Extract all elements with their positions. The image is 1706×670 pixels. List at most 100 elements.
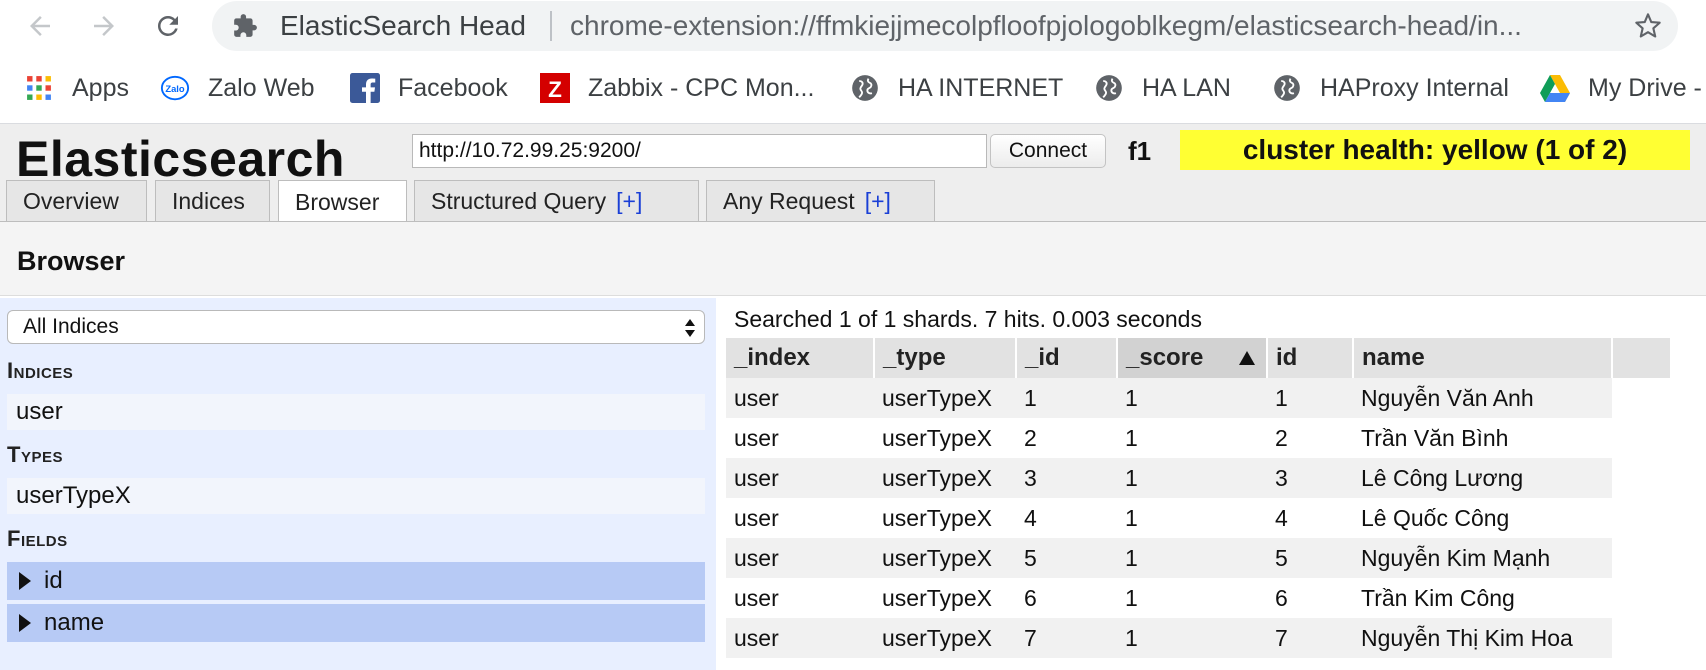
table-cell-spacer — [1612, 618, 1671, 658]
globe-icon — [850, 73, 880, 103]
column-header[interactable]: _id — [1016, 338, 1118, 378]
bookmark-haproxy-internal[interactable]: HAProxy Internal — [1272, 60, 1509, 116]
bookmark-label: Apps — [72, 73, 129, 102]
table-cell: 1 — [1267, 378, 1353, 418]
bookmark-star-icon[interactable] — [1634, 12, 1662, 40]
column-header[interactable]: _index — [726, 338, 875, 378]
cluster-health-badge: cluster health: yellow (1 of 2) — [1180, 130, 1690, 170]
table-cell: 5 — [1267, 538, 1353, 578]
results-header-row: _index _type _id _score id name — [726, 338, 1671, 378]
type-filter-item[interactable]: userTypeX — [7, 478, 705, 514]
bookmark-zalo-web[interactable]: Zalo Zalo Web — [160, 60, 315, 116]
address-bar[interactable]: ElasticSearch Head chrome-extension://ff… — [212, 1, 1678, 51]
tab-label: Indices — [172, 188, 245, 214]
filter-item-label: userTypeX — [16, 482, 131, 509]
table-cell: userTypeX — [874, 618, 1016, 658]
tab-indices[interactable]: Indices — [155, 180, 270, 222]
apps-grid-icon — [24, 73, 54, 103]
results-table-container: _index _type _id _score id name user user… — [726, 338, 1671, 670]
facebook-icon — [350, 73, 380, 103]
column-header[interactable]: name — [1353, 338, 1613, 378]
table-row[interactable]: user userTypeX 6 1 6 Trần Kim Công — [726, 578, 1671, 618]
zabbix-icon: Z — [540, 73, 570, 103]
table-cell: 6 — [1267, 578, 1353, 618]
bookmark-ha-lan[interactable]: HA LAN — [1094, 60, 1231, 116]
tab-browser[interactable]: Browser — [278, 180, 407, 223]
forward-button[interactable] — [84, 6, 124, 46]
tab-overview[interactable]: Overview — [6, 180, 147, 222]
table-cell: Trần Văn Bình — [1353, 418, 1612, 458]
table-row[interactable]: user userTypeX 2 1 2 Trần Văn Bình — [726, 418, 1671, 458]
table-cell-spacer — [1612, 458, 1671, 498]
table-cell: 6 — [1016, 578, 1117, 618]
select-arrows-icon — [685, 319, 695, 337]
cluster-url-input[interactable] — [412, 134, 987, 168]
field-item-id[interactable]: id — [7, 562, 705, 600]
expand-triangle-icon — [19, 572, 31, 590]
table-cell-spacer — [1612, 378, 1671, 418]
index-select[interactable]: All Indices — [7, 310, 705, 344]
bookmark-label: HA LAN — [1142, 73, 1231, 102]
bookmark-label: HAProxy Internal — [1320, 73, 1509, 102]
table-cell: user — [726, 578, 874, 618]
types-heading: Types — [7, 442, 63, 467]
table-cell: 2 — [1016, 418, 1117, 458]
table-cell-spacer — [1612, 538, 1671, 578]
bookmark-apps[interactable]: Apps — [24, 60, 129, 116]
field-item-name[interactable]: name — [7, 604, 705, 642]
table-cell: 1 — [1016, 378, 1117, 418]
svg-text:Zalo: Zalo — [165, 84, 185, 94]
google-drive-icon — [1540, 73, 1570, 103]
table-cell: 3 — [1016, 458, 1117, 498]
field-item-label: id — [44, 567, 63, 594]
table-row[interactable]: user userTypeX 3 1 3 Lê Công Lương — [726, 458, 1671, 498]
column-header[interactable]: _type — [874, 338, 1017, 378]
reload-icon — [157, 15, 178, 36]
address-bar-divider — [550, 11, 552, 41]
bookmark-label: Facebook — [398, 73, 508, 102]
cluster-name: f1 — [1128, 136, 1152, 166]
svg-text:Z: Z — [548, 77, 562, 102]
table-cell: Lê Công Lương — [1353, 458, 1612, 498]
table-cell: 1 — [1117, 538, 1267, 578]
page-title: Browser — [17, 246, 126, 276]
table-row[interactable]: user userTypeX 1 1 1 Nguyễn Văn Anh — [726, 378, 1671, 418]
bookmarks-bar: Apps Zalo Zalo Web Facebook Z Zabbix - C… — [0, 60, 1706, 116]
results-table: _index _type _id _score id name user user… — [726, 338, 1671, 658]
tab-label: Any Request — [723, 188, 855, 214]
filter-item-label: user — [16, 398, 63, 425]
section-header — [0, 222, 1706, 296]
table-cell: 1 — [1117, 578, 1267, 618]
bookmark-zabbix[interactable]: Z Zabbix - CPC Mon... — [540, 60, 814, 116]
table-row[interactable]: user userTypeX 5 1 5 Nguyễn Kim Mạnh — [726, 538, 1671, 578]
table-cell-spacer — [1612, 418, 1671, 458]
reload-button[interactable] — [148, 6, 188, 46]
extension-puzzle-icon — [234, 14, 257, 37]
sort-ascending-icon — [1239, 351, 1255, 365]
tab-structured-query[interactable]: Structured Query [+] — [414, 180, 699, 222]
table-cell: 7 — [1016, 618, 1117, 658]
table-row[interactable]: user userTypeX 4 1 4 Lê Quốc Công — [726, 498, 1671, 538]
connect-button[interactable]: Connect — [990, 134, 1106, 168]
address-bar-url[interactable]: chrome-extension://ffmkiejjmecolpfloofpj… — [570, 10, 1590, 42]
table-cell-spacer — [1612, 498, 1671, 538]
main-tabs: Overview Indices Browser Structured Quer… — [0, 180, 1706, 223]
table-cell: user — [726, 378, 874, 418]
bookmark-ha-internet[interactable]: HA INTERNET — [850, 60, 1063, 116]
column-header-sorted[interactable]: _score — [1117, 338, 1268, 378]
bookmark-label: Zalo Web — [208, 73, 315, 102]
table-cell: Trần Kim Công — [1353, 578, 1612, 618]
table-cell: 3 — [1267, 458, 1353, 498]
back-button[interactable] — [20, 6, 60, 46]
tab-any-request[interactable]: Any Request [+] — [706, 180, 935, 222]
tab-plus: [+] — [616, 188, 643, 214]
column-header[interactable]: id — [1267, 338, 1354, 378]
globe-icon — [1272, 73, 1302, 103]
bookmark-facebook[interactable]: Facebook — [350, 60, 508, 116]
table-cell: Nguyễn Thị Kim Hoa — [1353, 618, 1612, 658]
table-row[interactable]: user userTypeX 7 1 7 Nguyễn Thị Kim Hoa — [726, 618, 1671, 658]
bookmark-my-drive[interactable]: My Drive - — [1540, 60, 1702, 116]
address-bar-page-title: ElasticSearch Head — [280, 10, 526, 41]
index-filter-item[interactable]: user — [7, 394, 705, 430]
table-cell: 1 — [1117, 458, 1267, 498]
